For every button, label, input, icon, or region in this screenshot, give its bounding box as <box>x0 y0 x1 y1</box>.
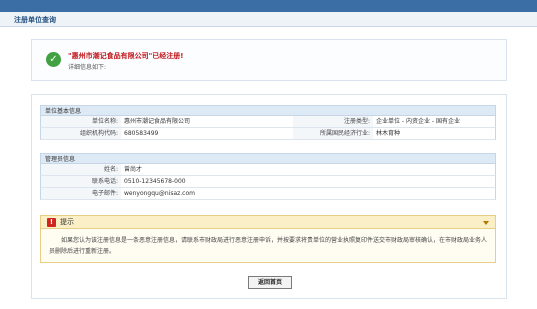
tip-header[interactable]: ! 提示 <box>40 215 496 229</box>
industry-value: 林木育种 <box>376 130 401 137</box>
page-title-bar: 注册单位查询 <box>0 12 537 27</box>
admin-name-value: 曾尚才 <box>124 166 143 173</box>
tip-title: 提示 <box>60 218 74 226</box>
table-row: 组织机构代码: 680583499 所属国民经济行业: 林木育种 <box>40 128 496 140</box>
industry-label: 所属国民经济行业: <box>293 128 373 139</box>
admin-phone-label: 联系电话: <box>41 176 121 187</box>
warning-icon: ! <box>47 218 56 227</box>
register-type-label: 注册类型: <box>293 116 373 127</box>
back-home-button[interactable]: 返回首页 <box>248 276 292 289</box>
success-notice: ✓ "惠州市潮记食品有限公司"已经注册! 详细信息如下: <box>31 39 507 81</box>
success-message: "惠州市潮记食品有限公司"已经注册! <box>68 52 184 60</box>
admin-phone-value: 0510-12345678-000 <box>124 178 186 185</box>
table-row: 联系电话: 0510-12345678-000 <box>40 176 496 188</box>
unit-name-value: 惠州市潮记食品有限公司 <box>124 118 191 125</box>
unit-name-label: 单位名称: <box>41 116 121 127</box>
table-row: 电子邮件: wenyongqu@nisaz.com <box>40 188 496 200</box>
admin-section-header: 管理员信息 <box>40 153 496 164</box>
checkmark-icon: ✓ <box>46 52 61 67</box>
chevron-down-icon[interactable] <box>483 221 489 225</box>
table-row: 单位名称: 惠州市潮记食品有限公司 注册类型: 企业单位 - 内资企业 - 国有… <box>40 116 496 128</box>
register-type-value: 企业单位 - 内资企业 - 国有企业 <box>376 118 460 125</box>
tip-body: 如果您认为该注册信息是一条恶意注册信息，请联系市财政局进行恶意注册申诉，并按要求… <box>40 229 496 263</box>
table-row: 姓名: 曾尚才 <box>40 164 496 176</box>
org-code-value: 680583499 <box>124 130 159 137</box>
page-title: 注册单位查询 <box>14 16 56 24</box>
detail-panel: 单位基本信息 单位名称: 惠州市潮记食品有限公司 注册类型: 企业单位 - 内资… <box>31 94 507 299</box>
admin-email-value: wenyongqu@nisaz.com <box>124 190 195 197</box>
admin-email-label: 电子邮件: <box>41 188 121 199</box>
admin-name-label: 姓名: <box>41 164 121 175</box>
unit-section-header: 单位基本信息 <box>40 105 496 116</box>
success-subtext: 详细信息如下: <box>68 64 107 71</box>
org-code-label: 组织机构代码: <box>41 128 121 139</box>
top-banner <box>0 0 537 12</box>
